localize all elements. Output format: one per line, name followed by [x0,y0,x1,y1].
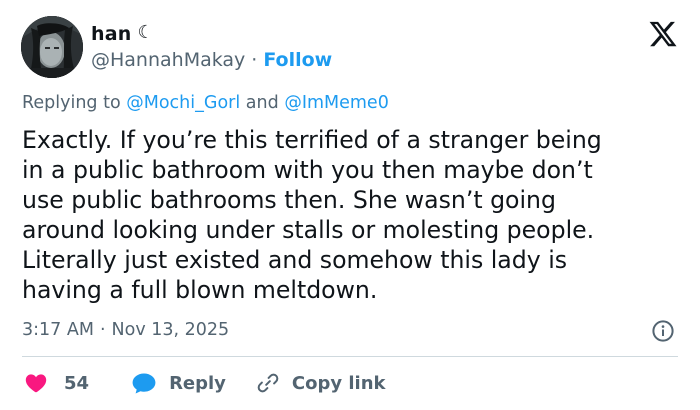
reply-button[interactable]: Reply [131,371,226,395]
author-display-name[interactable]: han [91,23,131,45]
tweet-text: Exactly. If you’re this terrified of a s… [22,125,692,305]
replying-to-line: Replying to @Mochi_Gorl and @ImMeme0 [22,93,389,113]
tweet-text-line: Exactly. If you’re this terrified of a s… [22,126,602,154]
info-icon[interactable] [651,319,675,343]
author-handle[interactable]: @HannahMakay [91,49,245,71]
crescent-moon-icon: ☾ [137,22,154,43]
link-icon [257,373,279,393]
replying-conjunction: and [245,93,279,113]
mention-link-1[interactable]: @Mochi_Gorl [126,93,240,113]
timestamp-date[interactable]: Nov 13, 2025 [112,320,230,340]
timestamp-row: 3:17 AM · Nov 13, 2025 [22,318,229,342]
tweet-text-line: Literally just existed and somehow this … [22,246,568,274]
like-button[interactable]: 54 [24,371,89,395]
timestamp-time[interactable]: 3:17 AM [22,320,94,340]
tweet-text-line: around looking under stalls or molesting… [22,216,595,244]
follow-button[interactable]: Follow [263,49,332,71]
x-logo-icon[interactable] [648,19,678,49]
replying-prefix: Replying to [22,93,121,113]
reply-label: Reply [169,372,226,394]
avatar-photo-icon [21,16,83,78]
author-name-row: han ☾ [91,21,154,47]
speech-bubble-icon [132,373,156,394]
mention-link-2[interactable]: @ImMeme0 [284,93,389,113]
action-bar: 54 Reply Copy link [24,369,386,397]
copy-link-button[interactable]: Copy link [256,371,386,395]
timestamp-separator: · [99,320,106,340]
tweet-text-line: having a full blown meltdown. [22,276,378,304]
heart-icon [25,374,47,393]
tweet-text-line: use public bathrooms then. She wasn’t go… [22,186,556,214]
like-count: 54 [64,372,90,394]
avatar[interactable] [21,16,83,78]
handle-separator: · [251,49,258,71]
copy-link-label: Copy link [291,372,386,394]
author-handle-row: @HannahMakay · Follow [91,47,332,73]
tweet-card: han ☾ @HannahMakay · Follow Replying to … [0,0,700,410]
tweet-text-line: in a public bathroom with you then maybe… [22,156,593,184]
divider [22,356,678,357]
